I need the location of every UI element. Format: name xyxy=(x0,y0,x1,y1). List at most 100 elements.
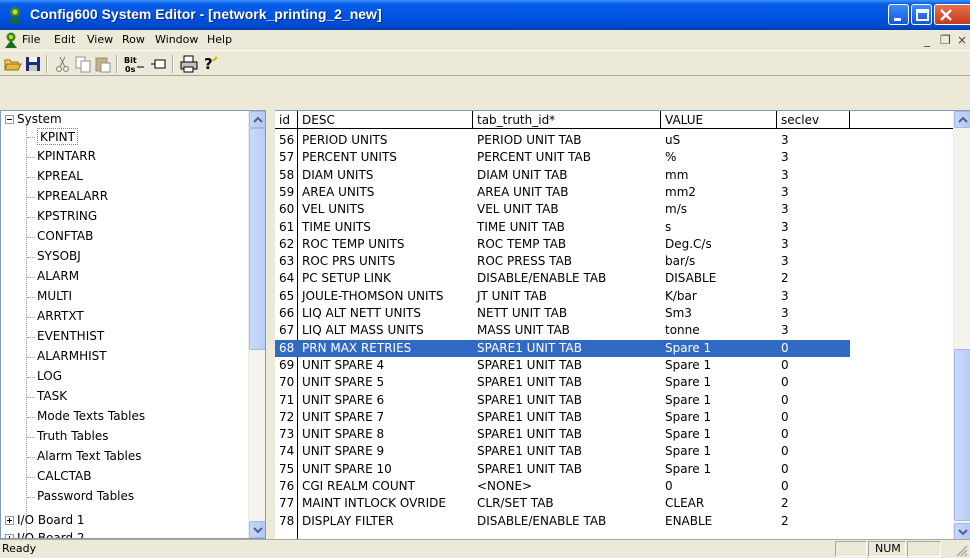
desc-cell[interactable]: UNIT SPARE 7 xyxy=(298,409,473,426)
tree-node-calctab[interactable]: CALCTAB xyxy=(37,468,92,485)
table-row[interactable]: 69 UNIT SPARE 4 SPARE1 UNIT TAB Spare 10 xyxy=(275,357,850,374)
tree-node-kpintarr[interactable]: KPINTARR xyxy=(37,148,96,165)
table-row[interactable]: 64 PC SETUP LINK DISABLE/ENABLE TAB DISABLE… xyxy=(275,270,850,287)
tree-node-eventhist[interactable]: EVENTHIST xyxy=(37,328,104,345)
table-row[interactable]: 58 DIAM UNITS DIAM UNIT TAB mm 3 xyxy=(275,167,850,184)
tree-node-alarm[interactable]: ALARM xyxy=(37,268,79,285)
seclev-cell[interactable]: 2 xyxy=(777,513,850,530)
value-cell[interactable]: CLEAR xyxy=(661,495,777,512)
desc-cell[interactable]: UNIT SPARE 8 xyxy=(298,426,473,443)
value-cell[interactable]: Spare 1 xyxy=(661,461,777,478)
data-grid[interactable]: id DESC tab_truth_id* VALUE seclev 56 PER… xyxy=(275,110,970,539)
id-cell[interactable]: 78 xyxy=(275,513,298,530)
desc-cell[interactable]: MAINT INTLOCK OVRIDE xyxy=(298,495,473,512)
id-cell[interactable]: 57 xyxy=(275,149,298,166)
desc-cell[interactable]: DIAM UNITS xyxy=(298,167,473,184)
value-cell[interactable]: Sm3 xyxy=(661,305,777,322)
tree-node-system[interactable]: System xyxy=(17,111,62,128)
id-cell[interactable]: 63 xyxy=(275,253,298,270)
table-row[interactable]: 67 LIQ ALT MASS UNITS MASS UNIT TAB tonne 3 xyxy=(275,322,850,339)
tab-truth-id-cell[interactable]: MASS UNIT TAB xyxy=(473,322,661,339)
id-cell[interactable]: 75 xyxy=(275,461,298,478)
desc-cell[interactable]: AREA UNITS xyxy=(298,184,473,201)
close-button[interactable] xyxy=(934,4,970,25)
save-icon[interactable] xyxy=(24,55,42,73)
value-cell[interactable]: mm xyxy=(661,167,777,184)
id-cell[interactable]: 62 xyxy=(275,236,298,253)
tree-node-multi[interactable]: MULTI xyxy=(37,288,72,305)
tree-node-io-board-2[interactable]: I/O Board 2 xyxy=(17,530,85,538)
value-cell[interactable]: Spare 1 xyxy=(661,443,777,460)
scroll-up-button[interactable] xyxy=(249,111,265,128)
menu-help[interactable]: Help xyxy=(207,33,232,46)
desc-cell[interactable]: UNIT SPARE 10 xyxy=(298,461,473,478)
value-cell[interactable]: Spare 1 xyxy=(661,340,777,357)
tree-node-kprealarr[interactable]: KPREALARR xyxy=(37,188,108,205)
tree-node-alarmhist[interactable]: ALARMHIST xyxy=(37,348,107,365)
desc-cell[interactable]: UNIT SPARE 9 xyxy=(298,443,473,460)
id-cell[interactable]: 74 xyxy=(275,443,298,460)
column-header-desc[interactable]: DESC xyxy=(298,111,473,129)
desc-cell[interactable]: PC SETUP LINK xyxy=(298,270,473,287)
tree-node-alarm-text-tables[interactable]: Alarm Text Tables xyxy=(37,448,142,465)
tab-truth-id-cell[interactable]: DISABLE/ENABLE TAB xyxy=(473,513,661,530)
seclev-cell[interactable]: 3 xyxy=(777,236,850,253)
desc-cell[interactable]: TIME UNITS xyxy=(298,219,473,236)
seclev-cell[interactable]: 3 xyxy=(777,201,850,218)
tab-truth-id-cell[interactable]: CLR/SET TAB xyxy=(473,495,661,512)
menu-row[interactable]: Row xyxy=(122,33,145,46)
seclev-cell[interactable]: 0 xyxy=(777,374,850,391)
id-cell[interactable]: 64 xyxy=(275,270,298,287)
tab-truth-id-cell[interactable]: SPARE1 UNIT TAB xyxy=(473,392,661,409)
insert-row-icon[interactable] xyxy=(150,55,168,73)
paste-icon[interactable] xyxy=(94,55,112,73)
menu-file[interactable]: File xyxy=(22,33,40,46)
seclev-cell[interactable]: 2 xyxy=(777,270,850,287)
value-cell[interactable]: s xyxy=(661,219,777,236)
id-cell[interactable]: 60 xyxy=(275,201,298,218)
tab-truth-id-cell[interactable]: SPARE1 UNIT TAB xyxy=(473,409,661,426)
mdi-restore-button[interactable]: ❐ xyxy=(940,33,951,47)
scroll-thumb[interactable] xyxy=(954,349,970,521)
seclev-cell[interactable]: 3 xyxy=(777,184,850,201)
tree-node-sysobj[interactable]: SYSOBJ xyxy=(37,248,81,265)
maximize-button[interactable] xyxy=(911,4,932,25)
tree-node-log[interactable]: LOG xyxy=(37,368,62,385)
id-cell[interactable]: 58 xyxy=(275,167,298,184)
desc-cell[interactable]: DISPLAY FILTER xyxy=(298,513,473,530)
table-row[interactable]: 59 AREA UNITS AREA UNIT TAB mm2 3 xyxy=(275,184,850,201)
desc-cell[interactable]: ROC TEMP UNITS xyxy=(298,236,473,253)
id-cell[interactable]: 77 xyxy=(275,495,298,512)
seclev-cell[interactable]: 0 xyxy=(777,357,850,374)
tab-truth-id-cell[interactable]: ROC TEMP TAB xyxy=(473,236,661,253)
help-icon[interactable]: ? xyxy=(200,55,218,73)
table-row[interactable]: 77 MAINT INTLOCK OVRIDE CLR/SET TAB CLEAR 2 xyxy=(275,495,850,512)
tree-node-kpreal[interactable]: KPREAL xyxy=(37,168,83,185)
table-row[interactable]: 74 UNIT SPARE 9 SPARE1 UNIT TAB Spare 10 xyxy=(275,443,850,460)
desc-cell[interactable]: JOULE-THOMSON UNITS xyxy=(298,288,473,305)
open-icon[interactable] xyxy=(4,55,22,73)
table-row[interactable]: 66 LIQ ALT NETT UNITS NETT UNIT TAB Sm3 3 xyxy=(275,305,850,322)
value-cell[interactable]: tonne xyxy=(661,322,777,339)
tab-truth-id-cell[interactable]: SPARE1 UNIT TAB xyxy=(473,426,661,443)
tab-truth-id-cell[interactable]: TIME UNIT TAB xyxy=(473,219,661,236)
mdi-minimize-button[interactable]: _ xyxy=(924,33,930,47)
value-cell[interactable]: 0 xyxy=(661,478,777,495)
menu-edit[interactable]: Edit xyxy=(54,33,75,46)
tree-node-password-tables[interactable]: Password Tables xyxy=(37,488,134,505)
desc-cell[interactable]: PERIOD UNITS xyxy=(298,132,473,149)
tree-panel[interactable]: System KPINT KPINTARR KPREAL KPREALARR KPSTR… xyxy=(0,110,266,539)
tree-node-kpint[interactable]: KPINT xyxy=(37,128,78,145)
seclev-cell[interactable]: 3 xyxy=(777,149,850,166)
desc-cell[interactable]: UNIT SPARE 4 xyxy=(298,357,473,374)
table-row[interactable]: 68 PRN MAX RETRIES SPARE1 UNIT TAB Spare 10 xyxy=(275,339,850,357)
column-header-tab-truth-id[interactable]: tab_truth_id* xyxy=(473,111,661,129)
tree-node-mode-texts-tables[interactable]: Mode Texts Tables xyxy=(37,408,145,425)
desc-cell[interactable]: UNIT SPARE 6 xyxy=(298,392,473,409)
seclev-cell[interactable]: 0 xyxy=(777,426,850,443)
value-cell[interactable]: m/s xyxy=(661,201,777,218)
value-cell[interactable]: mm2 xyxy=(661,184,777,201)
table-row[interactable]: 72 UNIT SPARE 7 SPARE1 UNIT TAB Spare 10 xyxy=(275,409,850,426)
desc-cell[interactable]: ROC PRS UNITS xyxy=(298,253,473,270)
menu-view[interactable]: View xyxy=(87,33,113,46)
